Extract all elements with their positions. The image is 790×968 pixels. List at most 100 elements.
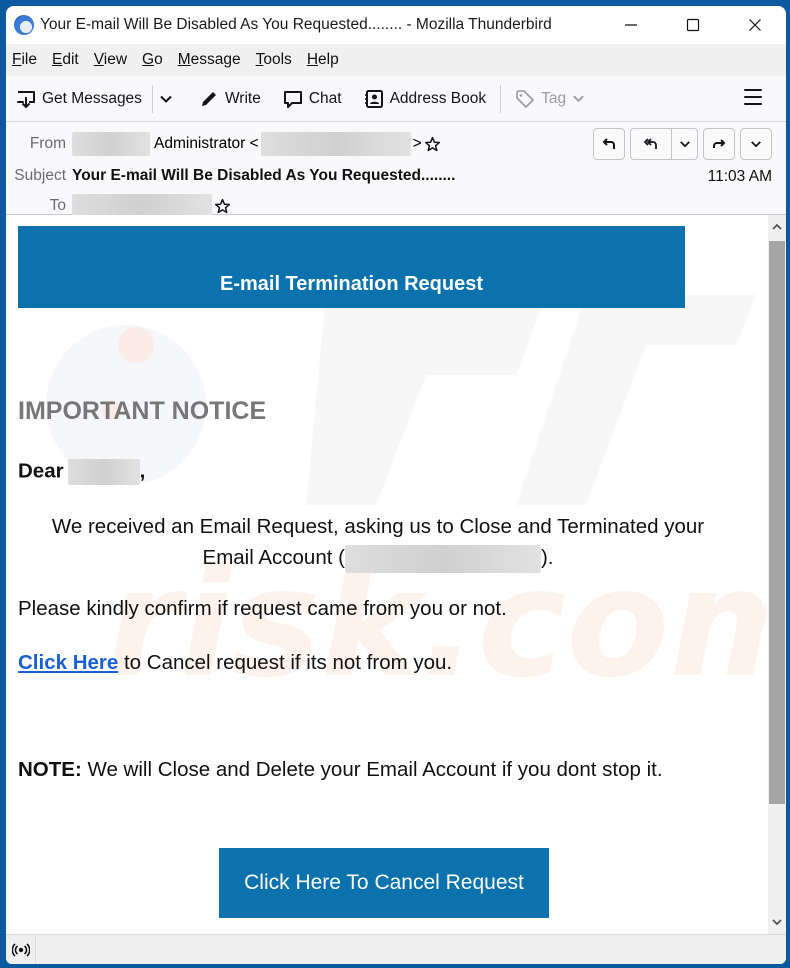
chevron-down-icon	[573, 95, 584, 103]
request-paragraph: We received an Email Request, asking us …	[18, 511, 738, 573]
scroll-thumb[interactable]	[769, 241, 785, 804]
menu-accel: H	[306, 51, 319, 68]
from-close: >	[412, 135, 422, 152]
toolbar-separator	[151, 84, 153, 113]
important-notice-heading: IMPORTANT NOTICE	[18, 397, 267, 425]
confirm-paragraph: Please kindly confirm if request came fr…	[18, 597, 507, 620]
menu-view[interactable]: View	[94, 51, 127, 69]
online-status-button[interactable]	[6, 934, 36, 964]
app-menu-button[interactable]	[744, 89, 762, 107]
chat-button[interactable]: Chat	[283, 84, 342, 114]
get-messages-dropdown[interactable]	[159, 92, 179, 106]
reply-all-group	[630, 128, 698, 160]
window-title: Your E-mail Will Be Disabled As You Requ…	[40, 16, 552, 33]
chevron-up-icon	[772, 223, 782, 230]
chevron-down-icon	[772, 919, 782, 926]
menu-accel: M	[177, 51, 191, 68]
subject-text: Your E-mail Will Be Disabled As You Requ…	[72, 167, 456, 184]
online-status-icon	[11, 942, 30, 957]
paragraph-line-2-start: Email Account (	[202, 546, 345, 569]
write-label: Write	[224, 89, 261, 107]
greeting-comma: ,	[139, 459, 146, 483]
more-button[interactable]	[740, 128, 772, 160]
forward-button[interactable]	[703, 128, 735, 160]
cancel-text: to Cancel request if its not from you.	[118, 651, 453, 674]
hamburger-icon	[744, 89, 762, 92]
menu-go[interactable]: Go	[142, 51, 163, 69]
message-body: risk.com E-mail Termination Request IMPO…	[6, 215, 768, 934]
window-controls	[600, 6, 786, 44]
close-icon	[749, 19, 761, 31]
pencil-icon	[201, 91, 216, 106]
title-bar: Your E-mail Will Be Disabled As You Requ…	[6, 6, 786, 44]
redacted-sender-email	[260, 132, 411, 156]
redacted-sender-name	[72, 132, 150, 156]
from-name[interactable]: Administrator <	[154, 135, 259, 153]
tag-label: Tag	[541, 89, 567, 107]
tag-button[interactable]: Tag	[515, 84, 591, 114]
menu-label: o	[154, 51, 163, 68]
greeting-text: Dear	[18, 459, 64, 483]
write-button[interactable]: Write	[199, 84, 261, 114]
maximize-icon	[686, 18, 700, 32]
tag-icon	[516, 89, 534, 108]
menu-label: dit	[62, 51, 79, 68]
reply-button[interactable]	[593, 128, 625, 160]
note-label: NOTE:	[18, 758, 82, 781]
maximize-button[interactable]	[662, 6, 724, 44]
reply-all-icon	[643, 138, 657, 149]
menu-label: elp	[318, 51, 339, 68]
menu-message[interactable]: Message	[178, 51, 241, 69]
from-label: From	[29, 135, 66, 152]
menu-file[interactable]: File	[12, 51, 37, 69]
email-banner: E-mail Termination Request	[18, 226, 685, 308]
address-book-button[interactable]: Address Book	[364, 84, 487, 114]
reply-icon	[602, 138, 615, 149]
paragraph-line-2-end: ).	[540, 546, 554, 569]
message-time: 11:03 AM	[707, 168, 772, 185]
menu-label: ile	[21, 51, 37, 68]
chevron-down-icon	[751, 141, 761, 148]
minimize-button[interactable]	[600, 6, 662, 44]
menu-accel: V	[93, 51, 104, 68]
menu-bar: File Edit View Go Message Tools Help	[6, 44, 786, 76]
menu-label: ools	[263, 51, 292, 68]
menu-tools[interactable]: Tools	[256, 51, 292, 69]
toolbar-separator	[500, 84, 502, 113]
menu-label: essage	[190, 51, 241, 68]
star-icon[interactable]	[424, 136, 441, 153]
from-row: From Administrator < >	[6, 132, 441, 156]
main-toolbar: Get Messages Write Chat Address Book Tag	[6, 76, 786, 122]
get-messages-label: Get Messages	[42, 89, 142, 107]
thunderbird-window: Your E-mail Will Be Disabled As You Requ…	[6, 6, 786, 964]
menu-accel: G	[142, 51, 155, 68]
vertical-scrollbar[interactable]	[768, 215, 786, 934]
message-header: From Administrator < > Subject Your E-ma…	[6, 122, 786, 218]
menu-accel: E	[51, 51, 63, 68]
click-here-link[interactable]: Click Here	[18, 651, 118, 674]
reply-all-button[interactable]	[631, 129, 671, 159]
menu-help[interactable]: Help	[307, 51, 339, 69]
address-book-label: Address Book	[389, 89, 487, 107]
menu-edit[interactable]: Edit	[52, 51, 79, 69]
reply-all-dropdown[interactable]	[671, 129, 697, 159]
greeting: Dear,	[18, 459, 145, 485]
star-icon[interactable]	[214, 198, 231, 215]
subject-label: Subject	[14, 167, 66, 184]
scroll-up-button[interactable]	[768, 217, 786, 237]
note-paragraph: NOTE: We will Close and Delete your Emai…	[18, 758, 663, 782]
get-messages-icon	[17, 90, 35, 108]
subject-row: Subject Your E-mail Will Be Disabled As …	[6, 164, 455, 188]
thunderbird-logo-icon	[14, 15, 34, 35]
chat-icon	[283, 90, 302, 108]
forward-icon	[713, 139, 726, 148]
cancel-request-button[interactable]: Click Here To Cancel Request	[219, 848, 549, 918]
note-text: We will Close and Delete your Email Acco…	[81, 758, 663, 781]
close-button[interactable]	[724, 6, 786, 44]
hamburger-icon	[744, 102, 762, 105]
get-messages-button[interactable]: Get Messages	[16, 84, 142, 114]
scroll-down-button[interactable]	[768, 912, 786, 932]
status-bar	[6, 934, 786, 964]
chat-label: Chat	[308, 89, 342, 107]
hamburger-icon	[744, 95, 762, 99]
